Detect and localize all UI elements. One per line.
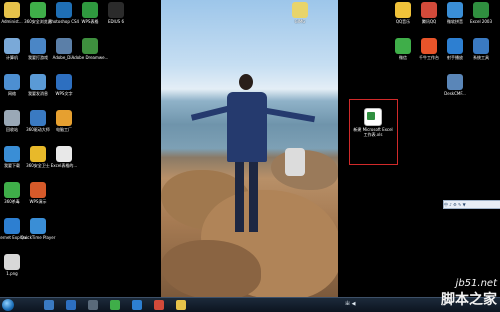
taskbar: ㄓ ◀ bbox=[0, 297, 500, 312]
app-icon bbox=[56, 110, 72, 126]
desktop-icon[interactable]: DeskCMF... bbox=[435, 74, 475, 96]
watermark-name: 脚本之家 bbox=[441, 292, 497, 308]
rock bbox=[161, 240, 261, 297]
icon-label: GIMG bbox=[294, 19, 306, 24]
icon-label: Adobe Dreamwe... bbox=[71, 55, 109, 60]
icon-label: EDIUS 6 bbox=[107, 19, 125, 24]
taskbar-app-icon[interactable] bbox=[66, 300, 76, 310]
app-icon bbox=[4, 254, 20, 270]
icon-label: 新建 Microsoft Excel 工作表.xls bbox=[353, 127, 393, 137]
taskbar-app-icon[interactable] bbox=[88, 300, 98, 310]
desktop-icon[interactable]: Excel表格的... bbox=[44, 146, 84, 168]
person-leg bbox=[249, 162, 258, 232]
app-icon bbox=[447, 74, 463, 90]
desktop-icon[interactable]: 系统工具 bbox=[461, 38, 500, 60]
wallpaper-photo bbox=[161, 0, 338, 297]
icon-label: WPS演示 bbox=[29, 199, 47, 204]
desktop-icon-center-file[interactable]: GIMG bbox=[280, 2, 320, 24]
desktop: Administ... 360安全浏览器 Photoshop CS4 WPS表格 EDI… bbox=[0, 0, 500, 297]
icon-label: WPS文字 bbox=[55, 91, 73, 96]
desktop-icon[interactable]: WPS演示 bbox=[18, 182, 58, 204]
taskbar-app-icon[interactable] bbox=[132, 300, 142, 310]
app-icon bbox=[108, 2, 124, 18]
icon-label: 1.png bbox=[6, 271, 18, 276]
excel-file-icon bbox=[364, 108, 382, 126]
language-bar[interactable]: 中 ♪ ⚙ ✎ ▼ bbox=[443, 200, 500, 209]
watermark-site: jb51.net bbox=[455, 278, 497, 289]
icon-label: 电脑工厂 bbox=[56, 127, 72, 132]
icon-label: QuickTime Player bbox=[20, 235, 56, 240]
watermark: jb51.net 脚本之家 bbox=[441, 278, 497, 309]
tray-text: ㄓ ◀ bbox=[345, 301, 356, 307]
desktop-icon[interactable]: QuickTime Player bbox=[18, 218, 58, 240]
app-icon bbox=[473, 38, 489, 54]
taskbar-app-icon[interactable] bbox=[176, 300, 186, 310]
taskbar-app-icon[interactable] bbox=[110, 300, 120, 310]
desktop-icon[interactable]: Excel 2003 bbox=[461, 2, 500, 24]
desktop-icon-excel-file[interactable]: 新建 Microsoft Excel 工作表.xls bbox=[353, 108, 393, 137]
taskbar-app-icon[interactable] bbox=[154, 300, 164, 310]
desktop-icon[interactable]: 1.png bbox=[0, 254, 32, 276]
language-bar-text: 中 ♪ ⚙ ✎ ▼ bbox=[444, 202, 466, 207]
icon-label: Excel 2003 bbox=[469, 19, 493, 24]
app-icon bbox=[56, 146, 72, 162]
person-arm bbox=[190, 105, 232, 121]
app-icon bbox=[30, 182, 46, 198]
person-jacket bbox=[227, 92, 267, 162]
file-icon bbox=[292, 2, 308, 18]
icon-label: Excel表格的... bbox=[50, 163, 78, 168]
person-leg bbox=[235, 162, 244, 232]
person-arm bbox=[264, 107, 316, 123]
desktop-icon[interactable]: Adobe Dreamwe... bbox=[70, 38, 110, 60]
sitting-person bbox=[285, 148, 305, 176]
desktop-icon[interactable]: EDIUS 6 bbox=[96, 2, 136, 24]
app-icon bbox=[473, 2, 489, 18]
app-icon bbox=[82, 38, 98, 54]
desktop-icon[interactable]: 电脑工厂 bbox=[44, 110, 84, 132]
icon-label: 系统工具 bbox=[473, 55, 489, 60]
taskbar-app-icon[interactable] bbox=[44, 300, 54, 310]
app-icon bbox=[56, 74, 72, 90]
start-button[interactable] bbox=[2, 299, 14, 311]
app-icon bbox=[30, 218, 46, 234]
desktop-icon[interactable]: WPS文字 bbox=[44, 74, 84, 96]
person-head bbox=[239, 74, 253, 90]
icon-label: DeskCMF... bbox=[444, 91, 466, 96]
